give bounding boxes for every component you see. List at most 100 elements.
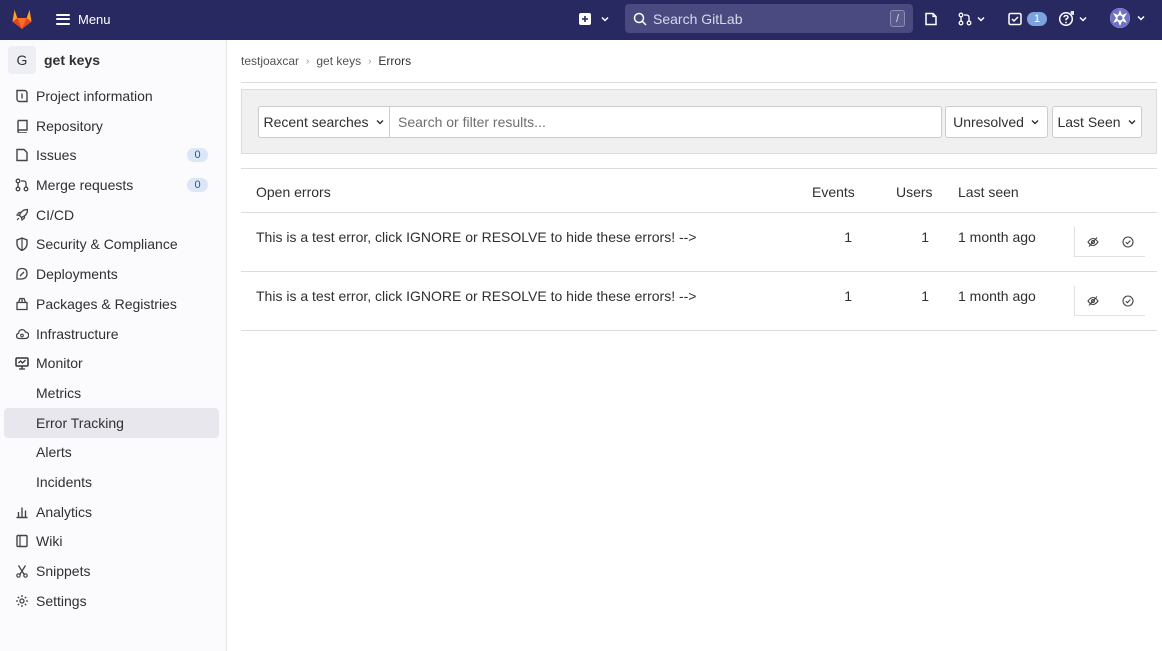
chevron-right-icon: › — [368, 55, 372, 67]
status-filter-dropdown[interactable]: Unresolved — [945, 106, 1048, 138]
sidebar-item-error-tracking[interactable]: Error Tracking — [4, 408, 219, 438]
help-question-icon — [1058, 11, 1074, 27]
recent-searches-label: Recent searches — [263, 114, 369, 130]
sidebar-item-deployments[interactable]: Deployments — [4, 259, 219, 289]
error-title-link[interactable]: This is a test error, click IGNORE or RE… — [256, 288, 697, 304]
error-title-link[interactable]: This is a test error, click IGNORE or RE… — [256, 229, 697, 245]
sidebar-item-incidents[interactable]: Incidents — [4, 467, 219, 497]
sidebar-item-infrastructure[interactable]: Infrastructure — [4, 319, 219, 349]
issues-count-badge: 0 — [187, 148, 208, 162]
sidebar-item-label: Alerts — [36, 444, 72, 460]
sidebar-item-label: Issues — [36, 147, 77, 163]
error-users-count: 1 — [921, 229, 929, 245]
chevron-down-icon — [1031, 120, 1039, 125]
table-row: This is a test error, click IGNORE or RE… — [241, 272, 1157, 331]
recent-searches-dropdown[interactable]: Recent searches — [258, 106, 390, 138]
resolve-button[interactable] — [1110, 286, 1145, 316]
avatar — [1110, 8, 1130, 28]
chevron-down-icon — [1128, 120, 1136, 125]
plus-square-icon — [579, 13, 591, 25]
column-header-users: Users — [896, 184, 933, 200]
book-icon — [14, 118, 30, 134]
sidebar-item-label: Merge requests — [36, 177, 134, 193]
sidebar-item-settings[interactable]: Settings — [4, 586, 219, 616]
menu-label: Menu — [78, 11, 111, 27]
sidebar-item-security-compliance[interactable]: Security & Compliance — [4, 229, 219, 259]
sidebar-item-packages-registries[interactable]: Packages & Registries — [4, 289, 219, 319]
row-actions — [1074, 227, 1145, 257]
sort-label: Last Seen — [1057, 114, 1121, 130]
eye-slash-icon — [1086, 296, 1099, 306]
sidebar-item-label: Project information — [36, 88, 153, 104]
breadcrumb-link-project[interactable]: get keys — [316, 54, 361, 68]
table-header: Open errors Events Users Last seen — [241, 168, 1157, 213]
sidebar-item-analytics[interactable]: Analytics — [4, 497, 219, 527]
eye-slash-icon — [1086, 237, 1099, 247]
sidebar-item-metrics[interactable]: Metrics — [4, 378, 219, 408]
breadcrumb: testjoaxcar › get keys › Errors — [241, 54, 411, 68]
sidebar-item-label: Wiki — [36, 533, 63, 549]
help-button[interactable] — [1058, 10, 1088, 28]
top-bar: Menu / 1 — [0, 0, 1162, 40]
todo-check-icon — [1008, 12, 1022, 26]
filter-bar: Recent searches Unresolved Last Seen — [241, 89, 1157, 154]
package-icon — [14, 296, 30, 312]
error-last-seen: 1 month ago — [958, 288, 1036, 304]
chevron-down-icon — [1137, 15, 1145, 21]
sidebar-item-merge-requests[interactable]: Merge requests 0 — [4, 170, 219, 200]
filter-search-input[interactable] — [390, 106, 942, 138]
menu-button[interactable]: Menu — [52, 6, 115, 32]
user-avatar-menu[interactable] — [1110, 8, 1146, 28]
chevron-down-icon — [376, 120, 384, 125]
gitlab-logo-icon[interactable] — [10, 7, 34, 31]
merge-request-icon — [958, 12, 972, 26]
column-header-last-seen: Last seen — [958, 184, 1019, 200]
column-header-events: Events — [812, 184, 855, 200]
sidebar-item-alerts[interactable]: Alerts — [4, 437, 219, 467]
check-circle-icon — [1121, 295, 1134, 307]
sidebar-item-label: Snippets — [36, 563, 91, 579]
search-icon — [633, 12, 647, 26]
todos-button[interactable]: 1 — [1008, 10, 1047, 28]
sidebar-item-wiki[interactable]: Wiki — [4, 526, 219, 556]
snippet-icon — [14, 563, 30, 579]
issues-button[interactable] — [924, 10, 938, 28]
sidebar-item-label: Analytics — [36, 504, 93, 520]
ignore-button[interactable] — [1075, 286, 1110, 316]
chart-icon — [14, 504, 30, 520]
global-search: / — [625, 4, 913, 33]
sidebar-item-project-information[interactable]: Project information — [4, 81, 219, 111]
column-header-open-errors: Open errors — [256, 184, 331, 200]
sidebar-item-label: Incidents — [36, 474, 93, 490]
hamburger-icon — [56, 13, 70, 25]
sidebar-item-label: CI/CD — [36, 207, 75, 223]
sidebar-item-label: Metrics — [36, 385, 82, 401]
search-shortcut-hint: / — [890, 10, 905, 27]
breadcrumb-current[interactable]: Errors — [378, 54, 411, 68]
sidebar-item-ci-cd[interactable]: CI/CD — [4, 200, 219, 230]
issues-icon — [14, 147, 30, 163]
sidebar-item-issues[interactable]: Issues 0 — [4, 140, 219, 170]
merge-requests-button[interactable] — [958, 10, 986, 28]
sidebar-item-label: Settings — [36, 593, 87, 609]
info-icon — [14, 88, 30, 104]
sidebar-item-label: Repository — [36, 118, 103, 134]
ignore-button[interactable] — [1075, 227, 1110, 257]
sidebar-item-snippets[interactable]: Snippets — [4, 556, 219, 586]
project-context-header[interactable]: G get keys — [8, 46, 100, 74]
sidebar-item-label: Error Tracking — [36, 415, 124, 431]
monitor-icon — [14, 355, 30, 371]
create-new-button[interactable] — [578, 8, 610, 30]
sidebar-item-repository[interactable]: Repository — [4, 111, 219, 141]
rocket-icon — [14, 207, 30, 223]
resolve-button[interactable] — [1110, 227, 1145, 257]
global-search-input[interactable] — [653, 10, 884, 27]
breadcrumb-link-group[interactable]: testjoaxcar — [241, 54, 299, 68]
sort-dropdown[interactable]: Last Seen — [1052, 106, 1142, 138]
divider — [241, 82, 1157, 83]
sidebar-item-label: Deployments — [36, 266, 118, 282]
sidebar-item-monitor[interactable]: Monitor — [4, 348, 219, 378]
gear-icon — [14, 593, 30, 609]
project-avatar: G — [8, 46, 36, 74]
error-events-count: 1 — [844, 229, 852, 245]
